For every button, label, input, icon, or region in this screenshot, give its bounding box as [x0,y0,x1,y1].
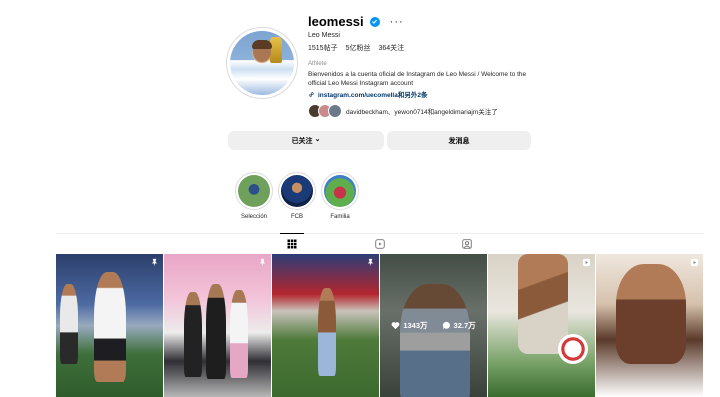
highlight-label: FCB [291,214,303,220]
active-tab-indicator [280,233,304,234]
posts-count: 1515帖子 [308,45,338,52]
post-figure [60,284,78,364]
post-thumbnail[interactable] [272,254,379,397]
tabs-divider [56,233,704,234]
tab-tagged[interactable] [461,238,473,250]
post-thumbnail[interactable] [488,254,595,397]
comments-stat: 32.7万 [442,320,476,331]
video-icon [690,258,699,267]
avatar-hair [252,40,272,49]
verified-badge-icon [369,16,380,27]
pinned-icon [151,258,158,267]
post-figure [206,284,226,379]
highlight-label: Selección [240,214,267,220]
following-label: 已关注 [291,137,313,145]
post-thumbnail[interactable] [164,254,271,397]
tab-reels[interactable] [374,238,386,250]
video-icon [582,258,591,267]
posts-grid: 1343万 32.7万 [56,254,704,397]
followers-count[interactable]: 5亿粉丝 [346,43,371,53]
highlight-fcb[interactable]: FCB [278,172,316,220]
profile-category: Athlete [308,61,327,67]
pinned-icon [367,258,374,267]
post-figure [230,290,248,378]
avatar-image [230,31,294,95]
profile-avatar[interactable] [226,27,298,99]
followed-by-row[interactable]: davidbeckham、yewon0714和angeldimariajm关注了 [308,104,498,118]
following-count[interactable]: 364关注 [378,43,404,53]
reels-icon [375,239,385,249]
pinned-icon [259,258,266,267]
followed-by-text: davidbeckham、yewon0714和angeldimariajm关注了 [346,109,498,116]
likes-stat: 1343万 [391,320,428,331]
post-figure [184,292,202,377]
grid-icon [287,239,297,249]
highlight-seleccion[interactable]: Selección [235,172,273,220]
highlight-image [281,175,313,207]
post-thumbnail-hovered[interactable]: 1343万 32.7万 [380,254,487,397]
profile-stats: 1515帖子 5亿粉丝 364关注 [308,43,404,53]
tab-posts[interactable] [286,238,298,250]
post-figure [616,264,686,364]
post-figure [94,272,126,382]
highlight-familia[interactable]: Familia [321,172,359,220]
highlight-image [238,175,270,207]
profile-bio: Bienvenidos a la cuenta oficial de Insta… [308,71,527,87]
message-label: 发消息 [448,137,470,145]
message-button[interactable]: 发消息 [387,131,531,150]
more-options-icon[interactable]: ··· [390,16,404,28]
heart-icon [391,322,400,330]
post-thumbnail[interactable] [596,254,703,397]
tagged-icon [462,239,472,249]
post-hover-overlay: 1343万 32.7万 [380,254,487,397]
full-name: Leo Messi [308,32,340,39]
comment-icon [442,321,450,330]
username-row: leomessi ··· [308,14,404,29]
ball-shape [558,334,588,364]
following-button[interactable]: 已关注 ⌄ [228,131,384,150]
post-thumbnail[interactable] [56,254,163,397]
link-icon [309,91,314,97]
profile-link-text[interactable]: instagram.com/uecomella和另外2条 [318,89,427,99]
highlight-label: Familia [330,214,350,220]
profile-link[interactable]: instagram.com/uecomella和另外2条 [308,89,427,99]
highlight-image [324,175,356,207]
trophy-shape [270,37,282,63]
comments-count: 32.7万 [453,321,476,330]
likes-count: 1343万 [403,321,428,330]
follower-avatar [328,104,342,118]
chevron-down-icon: ⌄ [314,136,321,143]
post-figure [318,288,336,376]
username: leomessi [308,14,364,29]
